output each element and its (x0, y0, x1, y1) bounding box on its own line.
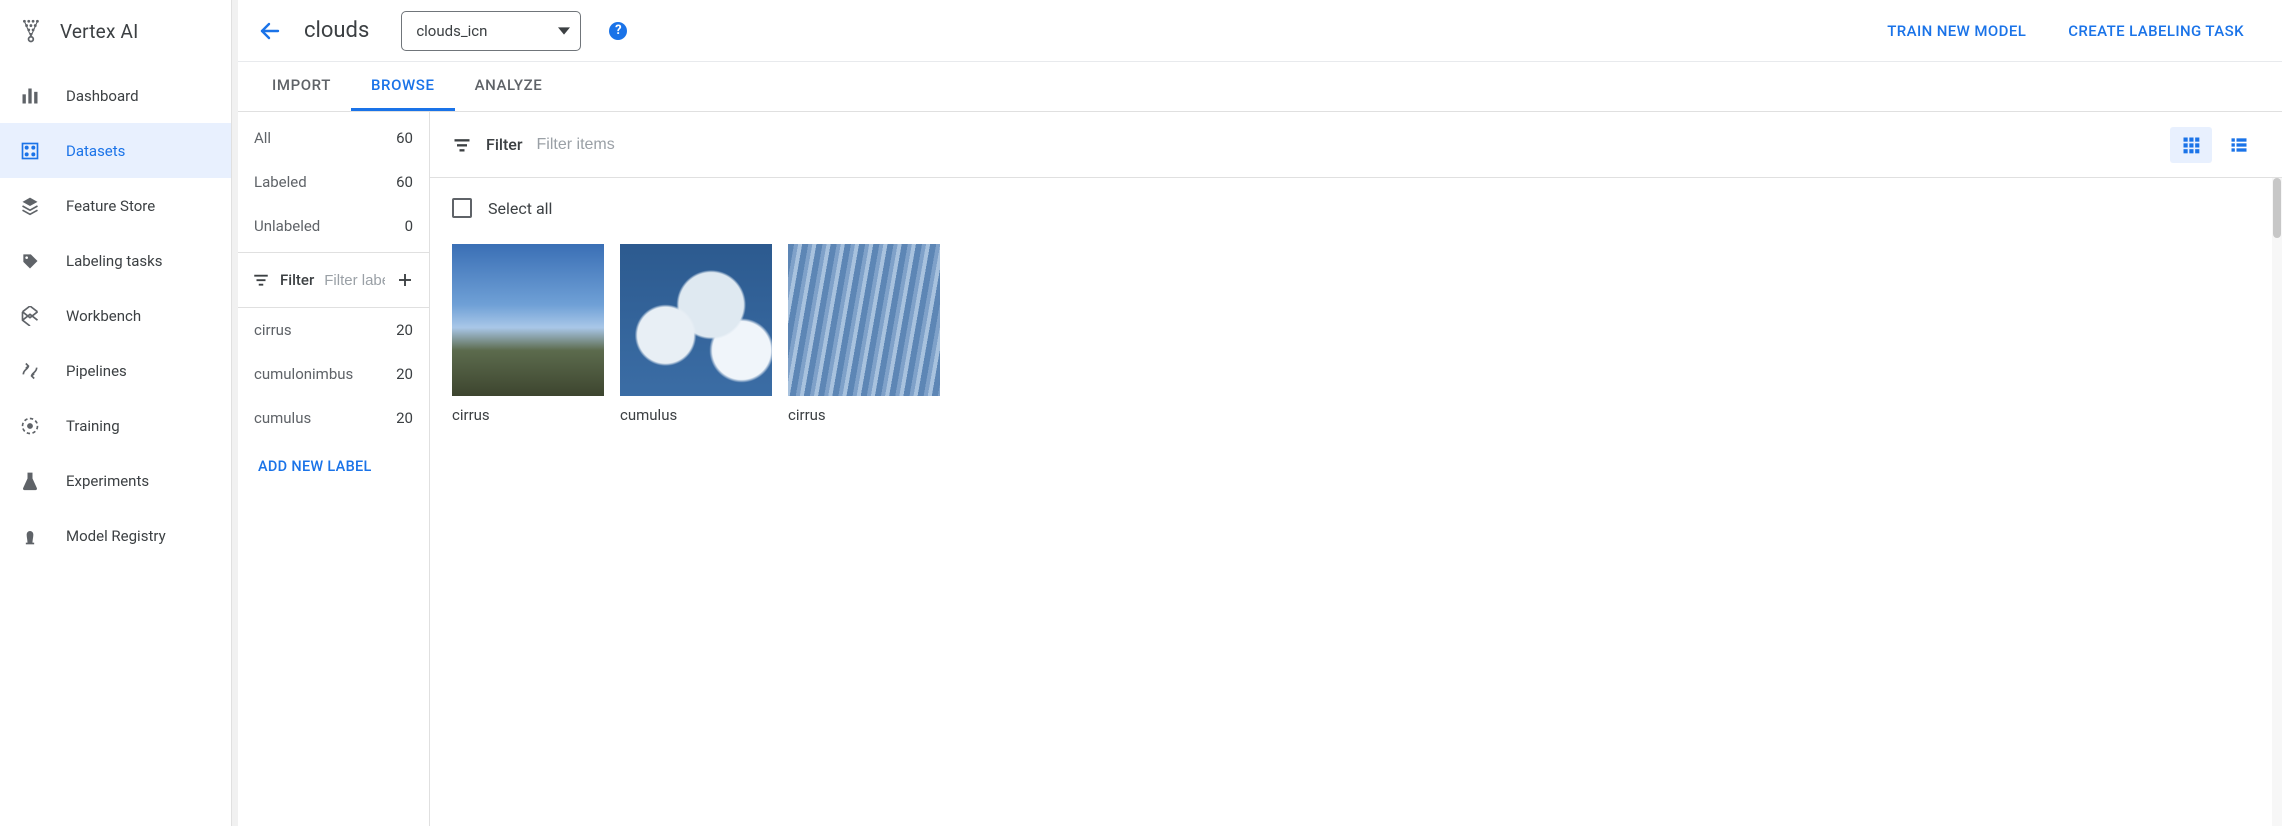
nav-label: Training (66, 417, 120, 435)
content-header: Filter (430, 112, 2282, 178)
nav-item-workbench[interactable]: Workbench (0, 288, 231, 343)
image-label: cirrus (452, 396, 604, 424)
filter-label: Filter (486, 135, 523, 154)
create-labeling-task-button[interactable]: CREATE LABELING TASK (2056, 14, 2256, 48)
image-card[interactable]: cumulus (620, 244, 772, 424)
nav-item-labeling-tasks[interactable]: Labeling tasks (0, 233, 231, 288)
item-filter-input[interactable] (537, 136, 2156, 154)
dataset-select[interactable]: clouds_icn (401, 11, 581, 51)
vertex-ai-logo-icon (18, 17, 46, 45)
label-count: 20 (396, 365, 413, 383)
nav-item-datasets[interactable]: Datasets (0, 123, 231, 178)
model-registry-icon (18, 524, 42, 548)
stat-all[interactable]: All 60 (238, 116, 429, 160)
list-view-button[interactable] (2218, 127, 2260, 163)
stat-label: Labeled (254, 173, 307, 191)
tabs: IMPORT BROWSE ANALYZE (238, 62, 2282, 112)
page-title: clouds (304, 18, 369, 43)
help-icon[interactable]: ? (609, 22, 627, 40)
nav-label: Labeling tasks (66, 252, 163, 270)
image-thumbnail (452, 244, 604, 396)
back-button[interactable] (254, 15, 286, 47)
label-row-cumulus[interactable]: cumulus 20 (238, 396, 429, 440)
add-new-label-button[interactable]: ADD NEW LABEL (238, 440, 429, 493)
label-count: 20 (396, 321, 413, 339)
training-icon (18, 414, 42, 438)
stat-count: 0 (405, 217, 413, 235)
image-label: cirrus (788, 396, 940, 424)
content-scroll[interactable]: Select all cirrus cumulus (430, 178, 2282, 826)
brand: Vertex AI (0, 0, 231, 62)
nav-label: Workbench (66, 307, 141, 325)
nav-label: Model Registry (66, 527, 166, 545)
nav-item-experiments[interactable]: Experiments (0, 453, 231, 508)
image-card[interactable]: cirrus (452, 244, 604, 424)
stat-labeled[interactable]: Labeled 60 (238, 160, 429, 204)
nav-item-pipelines[interactable]: Pipelines (0, 343, 231, 398)
label-row-cirrus[interactable]: cirrus 20 (238, 308, 429, 352)
select-all-row: Select all (452, 198, 2260, 218)
stat-label: All (254, 129, 271, 147)
label-filter-input[interactable] (324, 272, 385, 289)
tab-label: BROWSE (371, 76, 435, 94)
label-count: 20 (396, 409, 413, 427)
filter-icon (452, 135, 472, 155)
pipelines-icon (18, 359, 42, 383)
stat-unlabeled[interactable]: Unlabeled 0 (238, 204, 429, 248)
stat-count: 60 (396, 129, 413, 147)
scrollbar-thumb[interactable] (2273, 178, 2281, 238)
label-row-cumulonimbus[interactable]: cumulonimbus 20 (238, 352, 429, 396)
nav-label: Dashboard (66, 87, 139, 105)
nav-item-model-registry[interactable]: Model Registry (0, 508, 231, 563)
image-grid: cirrus cumulus cirrus (452, 244, 2260, 424)
stat-count: 60 (396, 173, 413, 191)
nav-item-feature-store[interactable]: Feature Store (0, 178, 231, 233)
nav-label: Experiments (66, 472, 149, 490)
nav-label: Datasets (66, 142, 125, 160)
feature-store-icon (18, 194, 42, 218)
nav-item-training[interactable]: Training (0, 398, 231, 453)
add-filter-button[interactable] (395, 270, 415, 290)
label-name: cumulus (254, 409, 311, 427)
main: clouds clouds_icn ? TRAIN NEW MODEL CREA… (232, 0, 2282, 826)
scrollbar[interactable] (2272, 178, 2282, 826)
datasets-icon (18, 139, 42, 163)
image-thumbnail (788, 244, 940, 396)
label-panel: All 60 Labeled 60 Unlabeled 0 Filter cirrus… (238, 112, 430, 826)
chevron-down-icon (558, 25, 570, 37)
filter-label: Filter (280, 271, 314, 289)
train-new-model-button[interactable]: TRAIN NEW MODEL (1875, 14, 2038, 48)
tab-import[interactable]: IMPORT (252, 62, 351, 111)
stat-label: Unlabeled (254, 217, 320, 235)
nav: Dashboard Datasets Feature Store Labelin… (0, 62, 231, 563)
header: clouds clouds_icn ? TRAIN NEW MODEL CREA… (238, 0, 2282, 62)
select-all-label: Select all (488, 199, 552, 218)
dashboard-icon (18, 84, 42, 108)
filter-icon (252, 271, 270, 289)
view-toggle (2170, 127, 2260, 163)
tab-analyze[interactable]: ANALYZE (455, 62, 563, 111)
nav-label: Pipelines (66, 362, 127, 380)
sidebar: Vertex AI Dashboard Datasets Feature Sto… (0, 0, 232, 826)
workbench-icon (18, 304, 42, 328)
tab-browse[interactable]: BROWSE (351, 62, 455, 111)
label-name: cumulonimbus (254, 365, 353, 383)
nav-label: Feature Store (66, 197, 155, 215)
image-card[interactable]: cirrus (788, 244, 940, 424)
content: Filter Select all cirru (430, 112, 2282, 826)
dataset-select-value: clouds_icn (416, 22, 487, 40)
image-label: cumulus (620, 396, 772, 424)
select-all-checkbox[interactable] (452, 198, 472, 218)
brand-name: Vertex AI (60, 20, 138, 43)
tab-label: ANALYZE (475, 76, 543, 94)
labeling-icon (18, 249, 42, 273)
experiments-icon (18, 469, 42, 493)
label-filter-bar: Filter (238, 252, 429, 308)
tab-label: IMPORT (272, 76, 331, 94)
image-thumbnail (620, 244, 772, 396)
grid-view-button[interactable] (2170, 127, 2212, 163)
nav-item-dashboard[interactable]: Dashboard (0, 68, 231, 123)
label-name: cirrus (254, 321, 292, 339)
